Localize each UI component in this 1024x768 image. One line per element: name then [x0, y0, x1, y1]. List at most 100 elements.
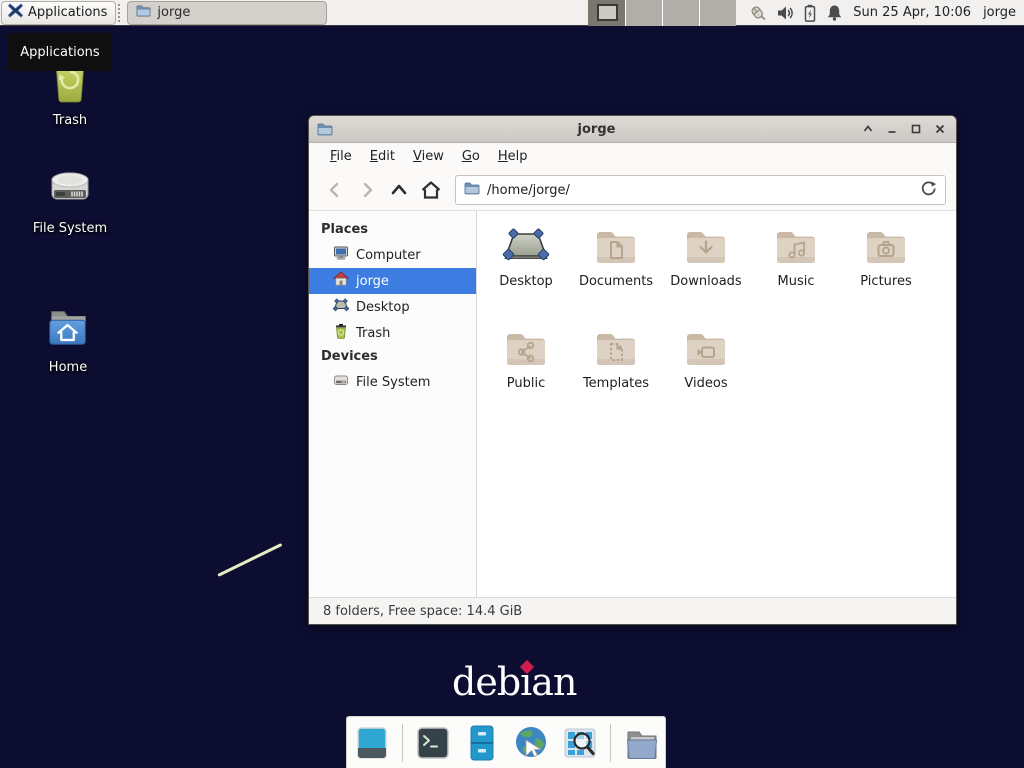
pictures-folder-icon — [862, 223, 910, 271]
tasklist-handle[interactable] — [118, 4, 125, 22]
music-folder-icon — [772, 223, 820, 271]
applications-menu-label: Applications — [28, 5, 107, 20]
file-item-label: Downloads — [670, 274, 741, 289]
path-input[interactable]: /home/jorge/ — [487, 183, 913, 198]
panel-clock[interactable]: Sun 25 Apr, 10:06 — [853, 5, 971, 20]
show-desktop-icon[interactable] — [353, 724, 391, 762]
minimize-button[interactable] — [882, 119, 902, 139]
menu-view[interactable]: View — [404, 145, 453, 168]
stray-line-annotation — [217, 543, 282, 577]
file-manager-icon[interactable] — [463, 724, 501, 762]
sidebar: Places Computer jorge Desktop — [309, 211, 477, 597]
menu-edit[interactable]: Edit — [361, 145, 404, 168]
sidebar-item-desktop[interactable]: Desktop — [309, 294, 476, 320]
workspace-switcher — [588, 0, 736, 26]
toolbar: /home/jorge/ — [309, 170, 956, 211]
file-item-label: Music — [778, 274, 815, 289]
up-button[interactable] — [383, 176, 415, 204]
desktop-icon-home[interactable]: Home — [13, 303, 123, 375]
file-item-label: Videos — [684, 376, 727, 391]
file-item-label: Public — [507, 376, 545, 391]
window-title: jorge — [335, 122, 858, 137]
top-panel: Applications jorge Sun 25 Apr, 10:06 jor… — [0, 0, 1024, 26]
home-button[interactable] — [415, 176, 447, 204]
desktop-mini-icon — [333, 297, 349, 317]
sidebar-item-label: jorge — [356, 274, 389, 289]
path-bar[interactable]: /home/jorge/ — [455, 175, 946, 205]
web-browser-icon[interactable] — [512, 724, 550, 762]
taskbar-window-button[interactable]: jorge — [127, 1, 327, 25]
path-folder-icon — [464, 180, 480, 200]
desktop-icon-label: Home — [13, 360, 123, 375]
file-item-label: Templates — [583, 376, 649, 391]
applications-menu-button[interactable]: Applications — [1, 1, 116, 25]
computer-icon — [333, 245, 349, 265]
menu-go[interactable]: Go — [453, 145, 489, 168]
file-item-public[interactable]: Public — [481, 325, 571, 421]
shade-button[interactable] — [858, 119, 878, 139]
dock — [346, 716, 666, 768]
task-button-label: jorge — [157, 5, 190, 20]
file-item-label: Documents — [579, 274, 653, 289]
workspace-1[interactable] — [588, 0, 625, 26]
desktop-special-icon — [500, 223, 552, 271]
debian-logo-text: debian — [452, 660, 576, 704]
public-folder-icon — [502, 325, 550, 373]
mouse-icon[interactable] — [748, 4, 767, 22]
sidebar-item-label: File System — [356, 375, 430, 390]
workspace-3[interactable] — [662, 0, 699, 26]
volume-icon[interactable] — [776, 4, 794, 22]
workspace-2[interactable] — [625, 0, 662, 26]
forward-button[interactable] — [351, 176, 383, 204]
window-controls — [858, 119, 950, 139]
system-tray — [748, 4, 843, 22]
file-item-music[interactable]: Music — [751, 223, 841, 319]
panel-user-label[interactable]: jorge — [983, 5, 1016, 20]
sidebar-item-filesystem[interactable]: File System — [309, 369, 476, 395]
window-titlebar[interactable]: jorge — [309, 116, 956, 143]
file-view[interactable]: Desktop Documents D — [477, 211, 956, 597]
file-item-templates[interactable]: Templates — [571, 325, 661, 421]
menu-file[interactable]: File — [321, 145, 361, 168]
status-text: 8 folders, Free space: 14.4 GiB — [323, 604, 522, 619]
debian-logo: debian — [452, 660, 576, 704]
menu-bar: File Edit View Go Help — [309, 143, 956, 170]
sidebar-item-trash[interactable]: Trash — [309, 320, 476, 346]
templates-folder-icon — [592, 325, 640, 373]
sidebar-item-label: Computer — [356, 248, 421, 263]
application-finder-icon[interactable] — [561, 724, 599, 762]
file-item-videos[interactable]: Videos — [661, 325, 751, 421]
menu-help[interactable]: Help — [489, 145, 537, 168]
task-folder-icon — [136, 3, 151, 22]
maximize-button[interactable] — [906, 119, 926, 139]
desktop-icon-label: File System — [15, 221, 125, 236]
file-item-desktop[interactable]: Desktop — [481, 223, 571, 319]
close-button[interactable] — [930, 119, 950, 139]
workspace-4[interactable] — [699, 0, 736, 26]
dock-folder-icon[interactable] — [622, 724, 660, 762]
drive-mini-icon — [333, 372, 349, 392]
applications-tooltip: Applications — [8, 33, 112, 71]
trash-mini-icon — [333, 323, 349, 343]
file-item-documents[interactable]: Documents — [571, 223, 661, 319]
home-icon — [333, 271, 349, 291]
notifications-icon[interactable] — [826, 4, 843, 22]
dock-separator — [402, 724, 403, 762]
sidebar-item-computer[interactable]: Computer — [309, 242, 476, 268]
window-folder-icon — [315, 121, 335, 137]
file-item-downloads[interactable]: Downloads — [661, 223, 751, 319]
file-item-pictures[interactable]: Pictures — [841, 223, 931, 319]
sidebar-devices-header: Devices — [309, 346, 476, 369]
file-item-label: Desktop — [499, 274, 553, 289]
back-button[interactable] — [319, 176, 351, 204]
battery-icon[interactable] — [803, 4, 817, 22]
desktop-icon-filesystem[interactable]: File System — [15, 164, 125, 236]
drive-icon — [45, 164, 95, 212]
tooltip-text: Applications — [20, 45, 99, 60]
reload-icon[interactable] — [920, 180, 937, 201]
terminal-icon[interactable] — [414, 724, 452, 762]
xfce-menu-icon — [8, 3, 23, 22]
downloads-folder-icon — [682, 223, 730, 271]
sidebar-item-jorge[interactable]: jorge — [309, 268, 476, 294]
sidebar-item-label: Desktop — [356, 300, 410, 315]
